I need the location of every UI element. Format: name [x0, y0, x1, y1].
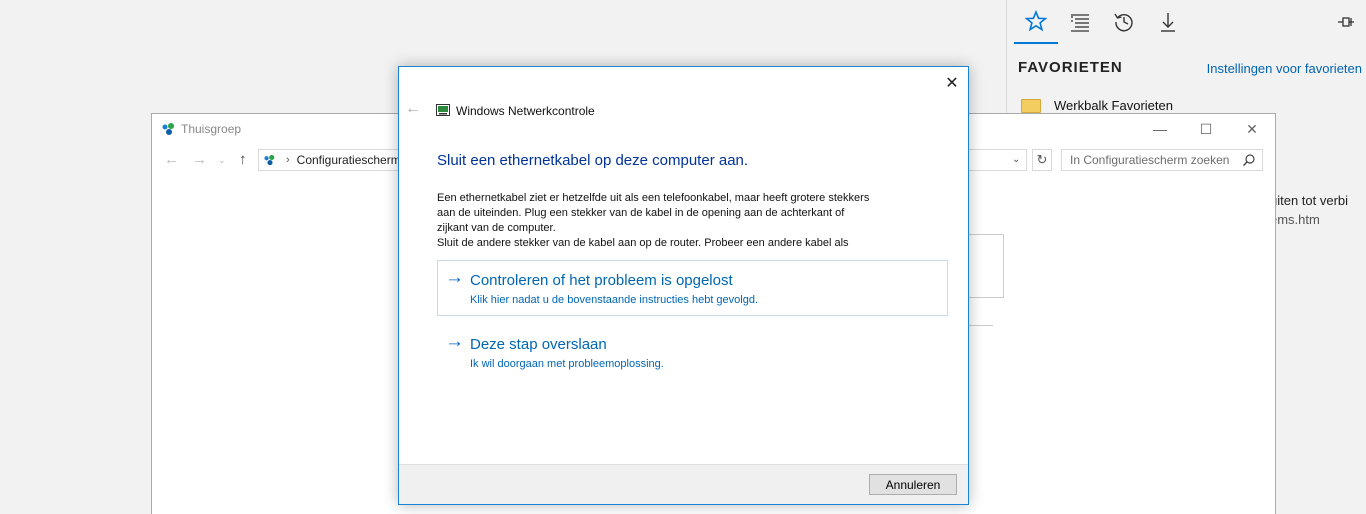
command-title: Deze stap overslaan: [470, 336, 607, 353]
homegroup-icon: [264, 154, 275, 166]
hub-title: FAVORIETEN: [1018, 59, 1123, 76]
history-tab[interactable]: [1102, 0, 1146, 44]
homegroup-icon: [162, 123, 174, 135]
breadcrumb-item[interactable]: Configuratiescherm: [297, 153, 401, 167]
favorites-star-icon: [1025, 10, 1047, 32]
back-arrow-icon[interactable]: ←: [405, 100, 421, 118]
back-arrow-icon[interactable]: ←: [164, 151, 179, 168]
downloads-icon: [1161, 13, 1175, 32]
recent-locations-chevron-icon[interactable]: ⌄: [218, 155, 226, 166]
minimize-button[interactable]: —: [1137, 114, 1183, 144]
history-icon: [1114, 13, 1133, 32]
cancel-button[interactable]: Annuleren: [869, 474, 957, 495]
search-icon[interactable]: [1242, 153, 1256, 167]
network-diagnostics-dialog: ✕ ← Windows Netwerkcontrole Sluit een et…: [398, 66, 969, 505]
explorer-title: Thuisgroep: [181, 122, 242, 136]
command-title: Controleren of het probleem is opgelost: [470, 272, 733, 289]
dialog-instructions: Een ethernetkabel ziet er hetzelfde uit …: [437, 191, 907, 251]
dialog-app-title: Windows Netwerkcontrole: [456, 104, 595, 118]
dialog-close-button[interactable]: ✕: [939, 71, 965, 95]
favorites-tab[interactable]: [1014, 0, 1058, 44]
maximize-button[interactable]: ☐: [1183, 114, 1229, 144]
arrow-right-icon: →: [445, 267, 464, 288]
skip-step-button[interactable]: → Deze stap overslaan Ik wil doorgaan me…: [437, 324, 948, 380]
dialog-heading: Sluit een ethernetkabel op deze computer…: [437, 152, 749, 169]
check-problem-solved-button[interactable]: → Controleren of het probleem is opgelos…: [437, 260, 948, 316]
network-diagnostics-icon: [436, 104, 450, 116]
page-text-fragment: uiten tot verbi: [1270, 193, 1349, 208]
up-arrow-icon[interactable]: ↑: [239, 151, 247, 168]
downloads-tab[interactable]: [1146, 0, 1190, 44]
favorites-item[interactable]: Werkbalk Favorieten: [1021, 98, 1173, 113]
breadcrumb-chevron-icon[interactable]: ›: [286, 154, 290, 166]
reading-list-tab[interactable]: [1058, 0, 1102, 44]
instruction-line: Sluit de andere stekker van de kabel aan…: [437, 237, 849, 249]
close-button[interactable]: ✕: [1229, 114, 1275, 144]
folder-icon: [1021, 98, 1041, 113]
forward-arrow-icon[interactable]: →: [192, 151, 207, 168]
command-subtitle: Ik wil doorgaan met probleemoplossing.: [470, 358, 664, 370]
command-subtitle: Klik hier nadat u de bovenstaande instru…: [470, 294, 759, 306]
favorites-settings-link[interactable]: Instellingen voor favorieten: [1207, 61, 1362, 76]
dialog-footer: Annuleren: [399, 464, 968, 504]
pin-icon[interactable]: [1336, 12, 1356, 32]
instruction-line: zijkant van de computer.: [437, 222, 556, 234]
arrow-right-icon: →: [445, 331, 464, 352]
refresh-button[interactable]: ↻: [1032, 149, 1052, 171]
search-input[interactable]: [1061, 149, 1263, 171]
page-link-fragment: ems.htm: [1270, 212, 1320, 227]
favorites-item-label: Werkbalk Favorieten: [1054, 98, 1173, 113]
reading-list-icon: [1071, 14, 1089, 32]
instruction-line: Een ethernetkabel ziet er hetzelfde uit …: [437, 192, 870, 204]
instruction-line: aan de uiteinden. Plug een stekker van d…: [437, 207, 845, 219]
refresh-icon: ↻: [1036, 152, 1048, 167]
address-dropdown-icon[interactable]: ⌄: [1012, 154, 1020, 165]
